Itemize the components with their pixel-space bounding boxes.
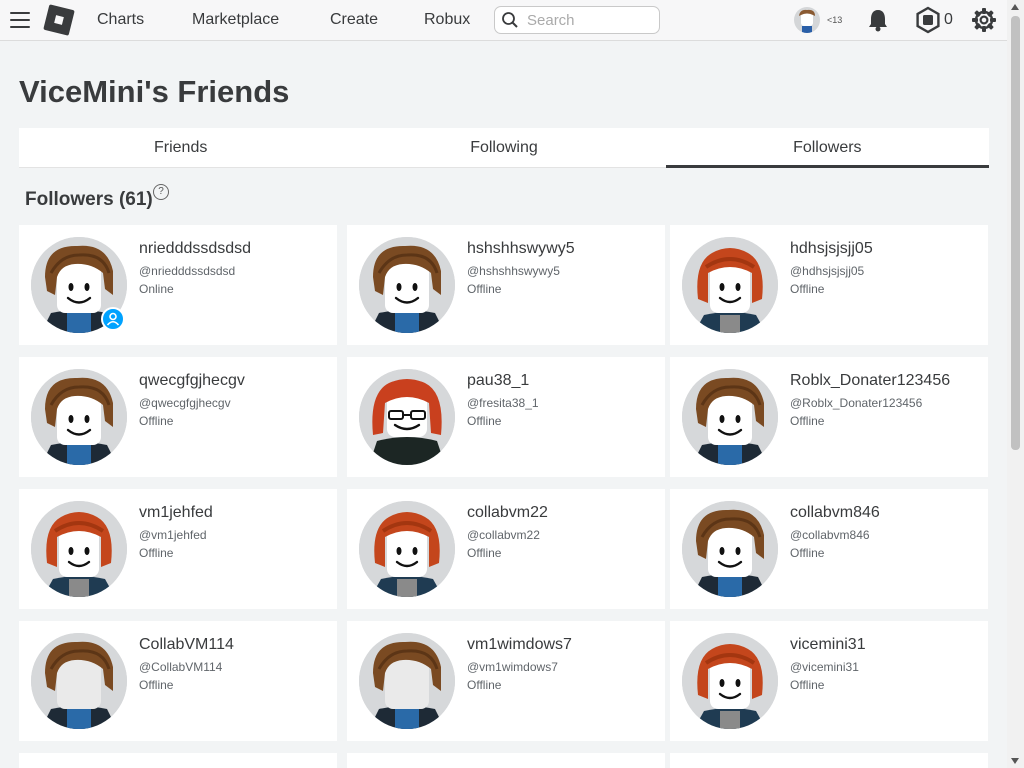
follower-username: @hdhsjsjsjj05 <box>790 264 865 278</box>
follower-username: @vm1jehfed <box>139 528 207 542</box>
scroll-thumb[interactable] <box>1011 16 1020 450</box>
follower-username: @vicemini31 <box>790 660 859 674</box>
follower-username: @nriedddssdsdsd <box>139 264 236 278</box>
follower-username: @Roblx_Donater123456 <box>790 396 923 410</box>
online-status-icon <box>101 307 125 331</box>
follower-card[interactable]: vm1wimdows7 @vm1wimdows7 Offline <box>347 621 665 741</box>
follower-card[interactable]: collabvm22 @collabvm22 Offline <box>347 489 665 609</box>
follower-card[interactable]: hshshhswywy5 @hshshhswywy5 Offline <box>347 225 665 345</box>
follower-avatar[interactable] <box>359 369 455 465</box>
follower-avatar[interactable] <box>682 237 778 333</box>
follower-status: Offline <box>790 414 825 428</box>
follower-status: Offline <box>467 678 502 692</box>
follower-status: Offline <box>139 546 174 560</box>
follower-display-name[interactable]: vm1wimdows7 <box>467 636 572 654</box>
follower-status: Offline <box>467 282 502 296</box>
follower-status: Offline <box>467 546 502 560</box>
follower-display-name[interactable]: vm1jehfed <box>139 504 213 522</box>
follower-card[interactable]: hdhsjsjsjj05 @hdhsjsjsjj05 Offline <box>670 225 988 345</box>
follower-display-name[interactable]: collabvm846 <box>790 504 880 522</box>
follower-avatar[interactable] <box>682 633 778 729</box>
follower-display-name[interactable]: vicemini31 <box>790 636 866 654</box>
follower-display-name[interactable]: Roblx_Donater123456 <box>790 372 950 390</box>
followers-grid: nriedddssdsdsd @nriedddssdsdsd Online hshs… <box>0 0 1007 768</box>
follower-status: Offline <box>467 414 502 428</box>
scroll-down-arrow-icon[interactable] <box>1011 758 1019 764</box>
follower-username: @collabvm846 <box>790 528 870 542</box>
follower-display-name[interactable]: CollabVM114 <box>139 636 234 654</box>
follower-avatar[interactable] <box>682 369 778 465</box>
follower-card[interactable]: pau38_1 @fresita38_1 Offline <box>347 357 665 477</box>
follower-username: @vm1wimdows7 <box>467 660 558 674</box>
follower-avatar[interactable] <box>359 237 455 333</box>
follower-card[interactable]: vicemini31 @vicemini31 Offline <box>670 621 988 741</box>
follower-card[interactable]: Roblx_Donater123456 @Roblx_Donater123456 O… <box>670 357 988 477</box>
follower-display-name[interactable]: collabvm22 <box>467 504 548 522</box>
follower-username: @fresita38_1 <box>467 396 539 410</box>
follower-status: Offline <box>790 678 825 692</box>
follower-username: @qwecgfgjhecgv <box>139 396 231 410</box>
follower-avatar[interactable] <box>682 501 778 597</box>
follower-avatar[interactable] <box>31 633 127 729</box>
follower-card[interactable]: vm1jehfed @vm1jehfed Offline <box>19 489 337 609</box>
follower-card[interactable]: collabvm846 @collabvm846 Offline <box>670 489 988 609</box>
scroll-up-arrow-icon[interactable] <box>1011 4 1019 10</box>
follower-card[interactable]: CollabVM114 @CollabVM114 Offline <box>19 621 337 741</box>
follower-username: @hshshhswywy5 <box>467 264 560 278</box>
follower-status: Offline <box>790 282 825 296</box>
follower-avatar[interactable] <box>31 501 127 597</box>
follower-card-partial[interactable] <box>19 753 337 768</box>
follower-status: Online <box>139 282 174 296</box>
follower-username: @CollabVM114 <box>139 660 223 674</box>
follower-status: Offline <box>790 546 825 560</box>
follower-card[interactable]: nriedddssdsdsd @nriedddssdsdsd Online <box>19 225 337 345</box>
follower-display-name[interactable]: nriedddssdsdsd <box>139 240 251 258</box>
follower-username: @collabvm22 <box>467 528 540 542</box>
follower-display-name[interactable]: hshshhswywy5 <box>467 240 575 258</box>
follower-card-partial[interactable] <box>670 753 988 768</box>
follower-display-name[interactable]: pau38_1 <box>467 372 529 390</box>
follower-display-name[interactable]: qwecgfgjhecgv <box>139 372 245 390</box>
follower-avatar[interactable] <box>31 369 127 465</box>
follower-status: Offline <box>139 678 174 692</box>
follower-avatar[interactable] <box>359 633 455 729</box>
follower-card[interactable]: qwecgfgjhecgv @qwecgfgjhecgv Offline <box>19 357 337 477</box>
follower-status: Offline <box>139 414 174 428</box>
follower-display-name[interactable]: hdhsjsjsjj05 <box>790 240 873 258</box>
follower-avatar[interactable] <box>359 501 455 597</box>
follower-card-partial[interactable] <box>347 753 665 768</box>
page-scrollbar[interactable] <box>1007 0 1024 768</box>
